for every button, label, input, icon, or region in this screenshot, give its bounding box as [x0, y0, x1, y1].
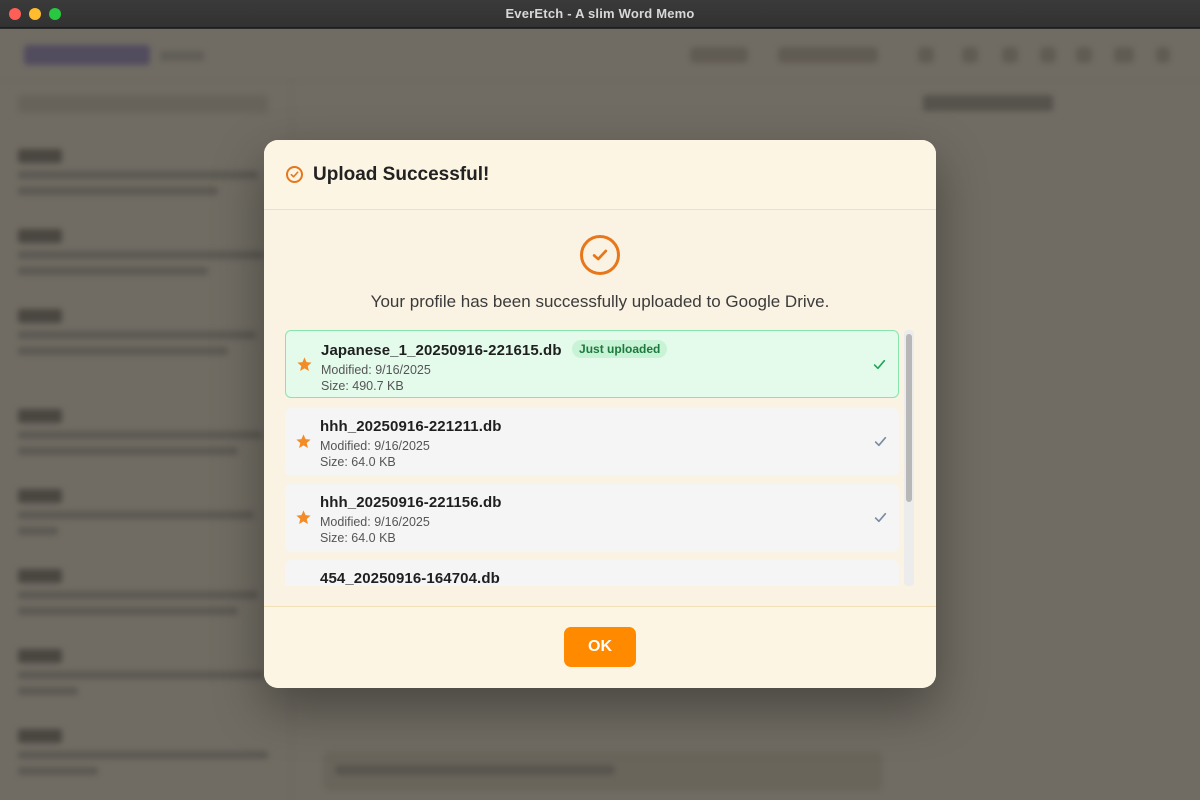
minimize-window-button[interactable] — [29, 8, 41, 20]
file-item[interactable]: hhh_20250916-221211.db Modified: 9/16/20… — [285, 408, 899, 476]
file-info: hhh_20250916-221156.db Modified: 9/16/20… — [320, 494, 501, 545]
file-item[interactable]: Japanese_1_20250916-221615.db Just uploa… — [285, 330, 899, 398]
file-size: Size: 64.0 KB — [320, 531, 396, 545]
window-controls — [9, 8, 61, 20]
star-icon[interactable] — [295, 509, 312, 526]
file-info: hhh_20250916-221211.db Modified: 9/16/20… — [320, 418, 501, 469]
window-title: EverEtch - A slim Word Memo — [505, 6, 695, 21]
checkmark-icon — [873, 359, 886, 370]
file-modified: Modified: 9/16/2025 — [320, 515, 430, 529]
file-size: Size: 64.0 KB — [320, 455, 396, 469]
file-name: Japanese_1_20250916-221615.db — [321, 342, 562, 359]
file-item[interactable]: 454_20250916-164704.db — [285, 560, 899, 586]
uploaded-files-list[interactable]: Japanese_1_20250916-221615.db Just uploa… — [284, 330, 914, 586]
success-message: Your profile has been successfully uploa… — [370, 292, 830, 311]
file-info: 454_20250916-164704.db — [320, 570, 500, 586]
checkmark-icon — [874, 436, 887, 447]
scrollbar-thumb[interactable] — [906, 334, 912, 502]
star-icon[interactable] — [296, 356, 313, 373]
dialog-title: Upload Successful! — [313, 163, 490, 185]
file-title-row: Japanese_1_20250916-221615.db Just uploa… — [321, 340, 668, 360]
file-name: hhh_20250916-221156.db — [320, 494, 502, 511]
dialog-footer: OK — [264, 606, 936, 688]
ok-button[interactable]: OK — [564, 627, 636, 667]
file-info: Japanese_1_20250916-221615.db Just uploa… — [321, 340, 668, 393]
file-name: hhh_20250916-221211.db — [320, 418, 502, 435]
file-size: Size: 490.7 KB — [321, 379, 404, 393]
star-icon[interactable] — [295, 433, 312, 450]
dialog-body: Your profile has been successfully uploa… — [264, 210, 936, 606]
success-check-icon — [580, 235, 620, 275]
upload-success-dialog: Upload Successful! Your profile has been… — [264, 140, 936, 688]
file-list-scrollbar[interactable] — [904, 330, 914, 586]
file-modified: Modified: 9/16/2025 — [321, 363, 431, 377]
checkmark-icon — [874, 512, 887, 523]
close-window-button[interactable] — [9, 8, 21, 20]
window-titlebar: EverEtch - A slim Word Memo — [0, 0, 1200, 28]
check-circle-icon — [286, 166, 303, 183]
file-name: 454_20250916-164704.db — [320, 570, 500, 586]
maximize-window-button[interactable] — [49, 8, 61, 20]
file-modified: Modified: 9/16/2025 — [320, 439, 430, 453]
just-uploaded-badge: Just uploaded — [572, 340, 668, 358]
dialog-header: Upload Successful! — [264, 140, 936, 210]
file-item[interactable]: hhh_20250916-221156.db Modified: 9/16/20… — [285, 484, 899, 552]
